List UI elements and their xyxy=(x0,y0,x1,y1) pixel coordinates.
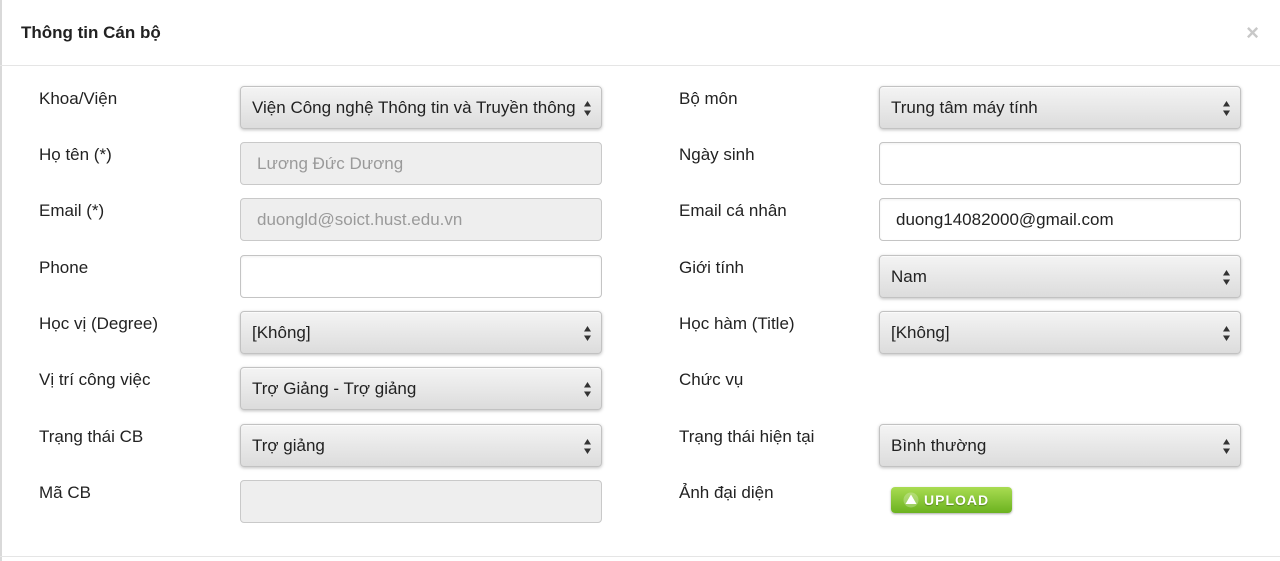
staff-code-input[interactable] xyxy=(240,480,602,523)
chevron-updown-icon xyxy=(1223,101,1230,116)
staff-status-select-value: Trợ giảng xyxy=(252,436,325,455)
current-status-label: Trạng thái hiện tại xyxy=(679,427,815,446)
title-select[interactable]: [Không] xyxy=(879,311,1241,354)
job-position-label: Vị trí công việc xyxy=(39,370,151,389)
personal-email-value: duong14082000@gmail.com xyxy=(896,210,1114,229)
degree-select-value: [Không] xyxy=(252,323,311,342)
faculty-select-value: Viện Công nghệ Thông tin và Truyền thông xyxy=(252,98,576,117)
degree-select[interactable]: [Không] xyxy=(240,311,602,354)
current-status-select-value: Bình thường xyxy=(891,436,987,455)
personal-email-label: Email cá nhân xyxy=(679,201,787,220)
modal-footer-divider xyxy=(0,556,1280,557)
staff-status-select[interactable]: Trợ giảng xyxy=(240,424,602,467)
upload-arrow-icon xyxy=(903,492,919,508)
job-position-select-value: Trợ Giảng - Trợ giảng xyxy=(252,379,417,398)
upload-button[interactable]: UPLOAD xyxy=(891,487,1012,513)
avatar-label: Ảnh đại diện xyxy=(679,483,774,502)
chevron-updown-icon xyxy=(584,382,591,397)
full-name-input[interactable]: Lương Đức Dương xyxy=(240,142,602,185)
chevron-updown-icon xyxy=(584,326,591,341)
gender-select-value: Nam xyxy=(891,267,927,286)
degree-label: Học vị (Degree) xyxy=(39,314,159,333)
full-name-label: Họ tên (*) xyxy=(39,145,112,164)
chevron-updown-icon xyxy=(1223,270,1230,285)
close-icon[interactable]: × xyxy=(1246,22,1259,44)
department-select-value: Trung tâm máy tính xyxy=(891,98,1038,117)
faculty-label: Khoa/Viện xyxy=(39,89,118,108)
faculty-select[interactable]: Viện Công nghệ Thông tin và Truyền thông xyxy=(240,86,602,129)
chevron-updown-icon xyxy=(584,439,591,454)
birthday-label: Ngày sinh xyxy=(679,145,755,164)
modal-title: Thông tin Cán bộ xyxy=(21,23,161,42)
staff-info-modal: Thông tin Cán bộ × Khoa/Viện Viện Công n… xyxy=(0,0,1280,561)
staff-code-label: Mã CB xyxy=(39,483,91,502)
job-position-select[interactable]: Trợ Giảng - Trợ giảng xyxy=(240,367,602,410)
title-select-value: [Không] xyxy=(891,323,950,342)
email-label: Email (*) xyxy=(39,201,105,220)
chevron-updown-icon xyxy=(1223,439,1230,454)
department-select[interactable]: Trung tâm máy tính xyxy=(879,86,1241,129)
title-label: Học hàm (Title) xyxy=(679,314,795,333)
birthday-input[interactable] xyxy=(879,142,1241,185)
department-label: Bộ môn xyxy=(679,89,738,108)
phone-label: Phone xyxy=(39,258,89,277)
full-name-placeholder: Lương Đức Dương xyxy=(257,154,404,173)
email-placeholder: duongld@soict.hust.edu.vn xyxy=(257,210,463,229)
gender-label: Giới tính xyxy=(679,258,745,277)
email-input[interactable]: duongld@soict.hust.edu.vn xyxy=(240,198,602,241)
chevron-updown-icon xyxy=(584,101,591,116)
gender-select[interactable]: Nam xyxy=(879,255,1241,298)
phone-input[interactable] xyxy=(240,255,602,298)
current-status-select[interactable]: Bình thường xyxy=(879,424,1241,467)
personal-email-input[interactable]: duong14082000@gmail.com xyxy=(879,198,1241,241)
chevron-updown-icon xyxy=(1223,326,1230,341)
staff-status-label: Trạng thái CB xyxy=(39,427,144,446)
modal-header: Thông tin Cán bộ × xyxy=(0,0,1280,66)
position-label: Chức vụ xyxy=(679,370,744,389)
upload-button-label: UPLOAD xyxy=(924,492,990,508)
